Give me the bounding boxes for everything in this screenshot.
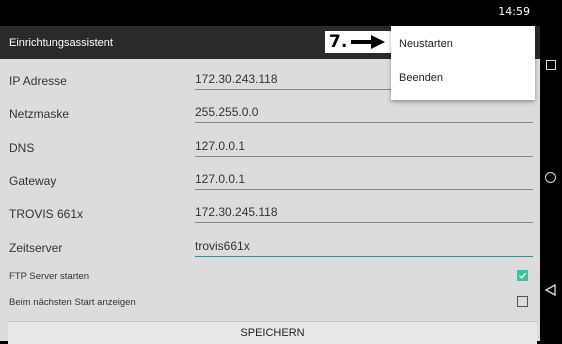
field-row-netmask: Netzmaske 255.255.0.0 — [0, 98, 540, 128]
back-icon[interactable] — [544, 283, 558, 297]
field-row-gateway: Gateway 127.0.0.1 — [0, 165, 540, 195]
field-label: Gateway — [9, 174, 57, 188]
show-next-start-checkbox[interactable] — [517, 296, 528, 307]
overflow-menu: Neustarten Beenden — [391, 26, 535, 100]
check-icon — [519, 272, 527, 279]
field-label: Netzmaske — [9, 107, 70, 121]
trovis-address-input[interactable]: 172.30.245.118 — [195, 203, 533, 223]
field-label: Zeitserver — [9, 241, 63, 255]
ftp-server-checkbox[interactable] — [517, 270, 528, 281]
field-label: DNS — [9, 141, 35, 155]
field-label: TROVIS 661x — [9, 207, 84, 221]
timeserver-input[interactable]: trovis661x — [195, 237, 533, 257]
netmask-input[interactable]: 255.255.0.0 — [195, 103, 533, 123]
app-title: Einrichtungsassistent — [9, 37, 113, 49]
home-icon[interactable] — [544, 171, 558, 185]
status-bar: 14:59 — [0, 0, 540, 26]
field-label: IP Adresse — [9, 74, 67, 88]
gateway-input[interactable]: 127.0.0.1 — [195, 170, 533, 190]
recent-apps-icon[interactable] — [544, 58, 558, 72]
field-row-dns: DNS 127.0.0.1 — [0, 132, 540, 162]
field-row-trovis: TROVIS 661x 172.30.245.118 — [0, 198, 540, 228]
menu-item-restart[interactable]: Neustarten — [399, 38, 453, 50]
checkbox-label: Beim nächsten Start anzeigen — [9, 297, 136, 308]
checkbox-label: FTP Server starten — [9, 271, 90, 282]
setup-wizard-screen: Einrichtungsassistent 7. IP Adresse 172.… — [0, 26, 540, 344]
checkbox-row-ftp: FTP Server starten — [0, 266, 540, 290]
navigation-bar — [540, 0, 562, 341]
arrow-right-icon — [351, 35, 386, 49]
menu-item-exit[interactable]: Beenden — [399, 72, 443, 84]
step-annotation: 7. — [325, 31, 391, 53]
field-row-timeserver: Zeitserver trovis661x — [0, 232, 540, 262]
checkbox-row-show-next: Beim nächsten Start anzeigen — [0, 292, 540, 316]
step-number: 7. — [329, 32, 348, 52]
dns-input[interactable]: 127.0.0.1 — [195, 137, 533, 157]
status-time: 14:59 — [498, 5, 530, 18]
